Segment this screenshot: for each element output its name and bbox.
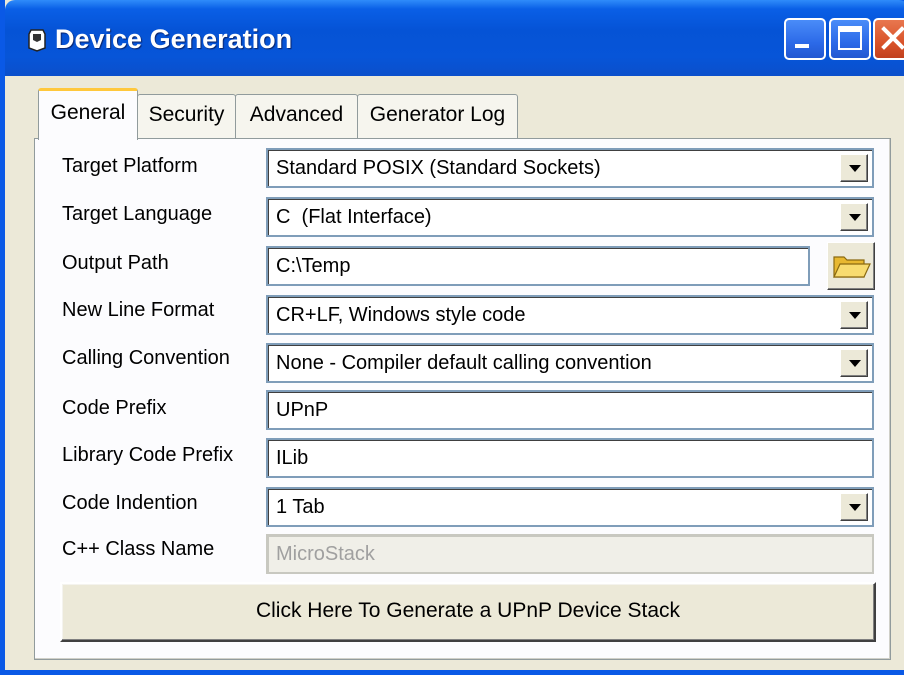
title-bar[interactable]: Device Generation	[5, 0, 904, 76]
code-indention-value: 1 Tab	[276, 496, 325, 518]
tab-advanced[interactable]: Advanced	[235, 94, 358, 138]
close-icon	[881, 26, 904, 50]
chevron-down-icon	[849, 214, 861, 221]
code-indention-select[interactable]: 1 Tab	[266, 487, 874, 527]
target-platform-label: Target Platform	[62, 155, 198, 177]
tab-security[interactable]: Security	[137, 94, 236, 138]
target-platform-dropdown-button[interactable]	[840, 154, 868, 182]
output-path-label: Output Path	[62, 252, 169, 274]
new-line-format-value: CR+LF, Windows style code	[276, 304, 526, 326]
tab-label: General	[50, 101, 126, 124]
new-line-format-label: New Line Format	[62, 299, 215, 321]
chevron-down-icon	[849, 360, 861, 367]
cpp-class-name-value: MicroStack	[276, 543, 375, 565]
cpp-class-name-input: MicroStack	[266, 534, 874, 574]
folder-icon	[833, 256, 871, 278]
tab-generator-log[interactable]: Generator Log	[357, 94, 518, 138]
library-code-prefix-label: Library Code Prefix	[62, 444, 234, 466]
window-title: Device Generation	[55, 24, 293, 54]
tab-label: Security	[148, 103, 225, 126]
browse-folder-button[interactable]	[827, 242, 875, 290]
tab-general[interactable]: General	[38, 88, 138, 140]
calling-convention-select[interactable]: None - Compiler default calling conventi…	[266, 343, 874, 383]
code-prefix-label: Code Prefix	[62, 397, 167, 419]
tab-label: Generator Log	[369, 103, 506, 126]
target-platform-select[interactable]: Standard POSIX (Standard Sockets)	[266, 148, 874, 188]
code-indention-dropdown-button[interactable]	[840, 493, 868, 521]
chevron-down-icon	[849, 312, 861, 319]
tab-label: Advanced	[249, 103, 344, 126]
library-code-prefix-input[interactable]: ILib	[266, 438, 874, 478]
target-language-select[interactable]: C (Flat Interface)	[266, 197, 874, 237]
new-line-format-dropdown-button[interactable]	[840, 301, 868, 329]
code-prefix-value: UPnP	[276, 399, 329, 421]
chevron-down-icon	[849, 504, 861, 511]
calling-convention-value: None - Compiler default calling conventi…	[276, 352, 652, 374]
maximize-button[interactable]	[829, 18, 871, 60]
minimize-button[interactable]	[784, 18, 826, 60]
target-platform-value: Standard POSIX (Standard Sockets)	[276, 157, 601, 179]
new-line-format-select[interactable]: CR+LF, Windows style code	[266, 295, 874, 335]
minimize-icon	[795, 44, 809, 48]
library-code-prefix-value: ILib	[276, 447, 309, 469]
app-icon	[28, 29, 46, 52]
code-indention-label: Code Indention	[62, 492, 198, 514]
target-language-dropdown-button[interactable]	[840, 203, 868, 231]
output-path-value: C:\Temp	[276, 255, 351, 277]
close-button[interactable]	[873, 18, 904, 60]
generate-button-label: Click Here To Generate a UPnP Device Sta…	[255, 599, 681, 622]
maximize-icon	[838, 26, 862, 50]
code-prefix-input[interactable]: UPnP	[266, 390, 874, 430]
generate-device-stack-button[interactable]: Click Here To Generate a UPnP Device Sta…	[60, 582, 876, 642]
output-path-input[interactable]: C:\Temp	[266, 246, 810, 286]
calling-convention-dropdown-button[interactable]	[840, 349, 868, 377]
chevron-down-icon	[849, 165, 861, 172]
cpp-class-name-label: C++ Class Name	[62, 538, 215, 560]
calling-convention-label: Calling Convention	[62, 347, 230, 369]
target-language-value: C (Flat Interface)	[276, 206, 432, 228]
target-language-label: Target Language	[62, 203, 213, 225]
